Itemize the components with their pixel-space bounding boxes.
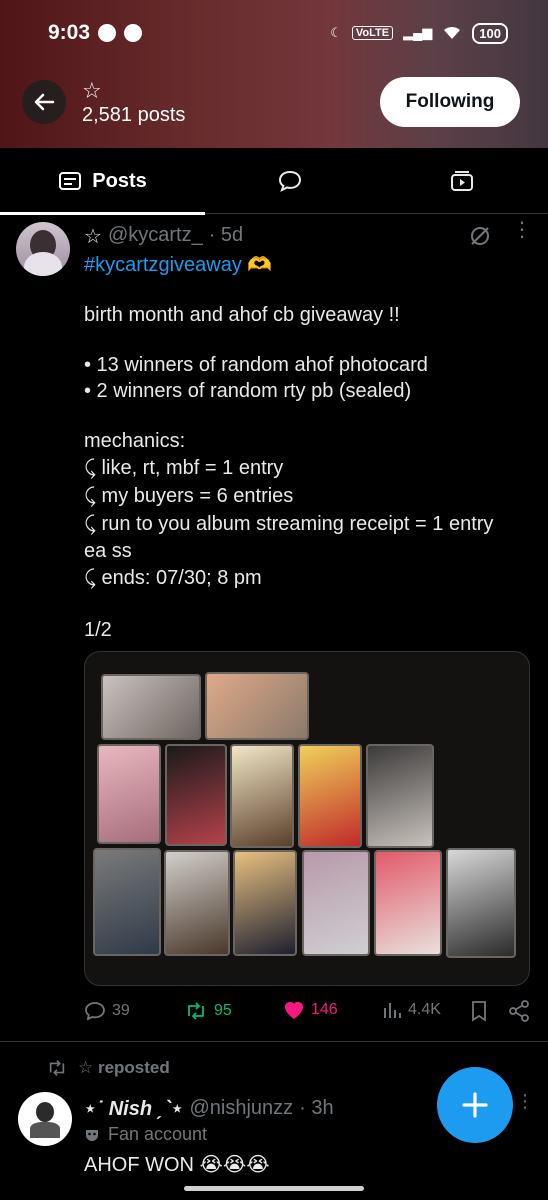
tweet-line: mechanics: — [84, 430, 186, 452]
views-button[interactable]: 4.4K — [382, 1000, 441, 1020]
photocard — [298, 744, 362, 848]
views-bar-chart-icon — [384, 1003, 401, 1018]
tweet-line: • 2 winners of random rty pb (sealed) — [84, 380, 412, 402]
tweet-line: ⤹ run to you album streaming receipt = 1… — [84, 513, 494, 535]
compose-button[interactable] — [437, 1067, 513, 1143]
grok-icon[interactable] — [468, 224, 492, 253]
status-bar: 9:03 ☾ VoLTE ▂▄▆ 100 — [48, 18, 508, 48]
battery-indicator: 100 — [472, 22, 508, 44]
tweet-line: birth month and ahof cb giveaway !! — [84, 304, 400, 326]
photocard — [165, 744, 227, 846]
signal-icon: ▂▄▆ — [403, 25, 433, 40]
tweet-photo[interactable] — [84, 651, 530, 986]
reply-icon — [85, 1002, 105, 1021]
author-name[interactable]: ☆ — [84, 224, 102, 249]
author2-handle[interactable]: @nishjunzz — [189, 1097, 293, 1120]
plus-icon — [462, 1092, 488, 1118]
profile-tabs: Posts — [0, 148, 548, 215]
more-options-icon[interactable]: ⋮ — [512, 220, 532, 240]
moon-icon: ☾ — [330, 25, 342, 40]
photocard — [446, 848, 516, 958]
tweet2-text: AHOF WON 😭😭😭 — [84, 1154, 270, 1176]
posts-tab-icon — [59, 172, 82, 190]
photocard — [233, 850, 297, 956]
back-button[interactable] — [22, 80, 66, 124]
tweet-actions: 39 95 146 4.4K — [84, 1000, 530, 1026]
share-icon — [509, 1000, 529, 1022]
tweet-line: 1/2 — [84, 619, 112, 641]
tweet-line: • 13 winners of random ahof photocard — [84, 354, 428, 376]
repost-small-icon — [49, 1060, 65, 1076]
reposter-avatar[interactable] — [18, 1092, 72, 1146]
tweet-divider — [0, 1041, 548, 1042]
photocard — [205, 672, 309, 740]
author2-name[interactable]: ⋆˙ Nish ˏˋ⋆ — [84, 1096, 183, 1121]
messenger-icon — [98, 24, 117, 42]
tweet2-time: · 3h — [299, 1097, 334, 1119]
profile-name: ☆ — [82, 78, 102, 103]
like-button[interactable]: 146 — [283, 1000, 338, 1020]
photocard — [101, 674, 201, 740]
tweet-hashtag[interactable]: #kycartzgiveaway 🫶 — [84, 252, 272, 277]
wifi-icon — [442, 24, 462, 43]
following-button[interactable]: Following — [380, 77, 520, 127]
video-tab-icon — [450, 171, 473, 191]
tweet-line: ⤹ ends: 07/30; 8 pm — [84, 567, 262, 589]
repost-indicator[interactable]: ☆ reposted — [46, 1058, 170, 1078]
tweet-line: ⤹ like, rt, mbf = 1 entry — [84, 457, 284, 479]
tweet-line: ea ss — [84, 540, 132, 562]
tab-media[interactable] — [375, 148, 548, 214]
photocard — [93, 848, 161, 956]
speech-bubble-icon — [278, 170, 302, 192]
tweet2-header: ⋆˙ Nish ˏˋ⋆ @nishjunzz · 3h — [84, 1096, 334, 1121]
bookmark-icon — [472, 1001, 486, 1022]
tweet-line: ⤹ my buyers = 6 entries — [84, 485, 294, 507]
author-handle[interactable]: @kycartz_ — [108, 224, 203, 249]
more-options-icon-2[interactable]: ⋮ — [516, 1092, 534, 1110]
photocard — [164, 850, 230, 956]
arrow-left-icon — [34, 93, 55, 111]
tab-replies[interactable] — [205, 148, 375, 214]
bookmark-button[interactable] — [470, 1000, 488, 1022]
profile-header-banner: 9:03 ☾ VoLTE ▂▄▆ 100 ☆ 2,581 posts Follo… — [0, 0, 548, 148]
photocard — [230, 744, 294, 848]
reply-button[interactable]: 39 — [84, 1000, 130, 1022]
repost-button[interactable]: 95 — [184, 1000, 232, 1022]
author-avatar[interactable] — [16, 222, 70, 276]
volte-badge: VoLTE — [351, 26, 394, 40]
photocard — [366, 744, 434, 848]
active-tab-indicator — [0, 212, 205, 215]
tab-posts[interactable]: Posts — [0, 148, 205, 215]
heart-icon — [285, 1002, 303, 1019]
photocard — [97, 744, 161, 844]
status-icons: ☾ VoLTE ▂▄▆ 100 — [330, 22, 508, 44]
messenger-icon-2 — [124, 24, 143, 42]
repost-icon — [188, 1002, 204, 1020]
photocard — [302, 850, 370, 956]
tweet-time: · 5d — [208, 224, 244, 246]
status-time: 9:03 — [48, 21, 143, 45]
home-indicator[interactable] — [184, 1186, 364, 1191]
share-button[interactable] — [508, 1000, 530, 1022]
posts-count: 2,581 posts — [82, 104, 186, 126]
photocard — [374, 850, 442, 956]
mask-icon — [86, 1129, 98, 1141]
fan-account-label: Fan account — [84, 1124, 207, 1145]
tweet-header: ☆ @kycartz_ · 5d — [84, 224, 243, 249]
